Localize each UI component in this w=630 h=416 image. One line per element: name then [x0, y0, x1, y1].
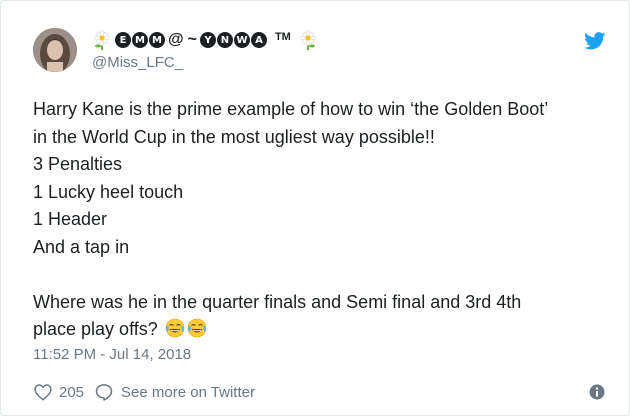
- circled-letter: M: [149, 32, 165, 48]
- heart-icon[interactable]: [33, 382, 53, 402]
- trademark-symbol: TM: [274, 31, 291, 43]
- tweet-line: Harry Kane is the prime example of how t…: [33, 99, 549, 119]
- daisy-flower-icon: [94, 30, 110, 50]
- tweet-line: Where was he in the quarter finals and S…: [33, 291, 522, 312]
- circled-letter: A: [250, 32, 267, 48]
- circled-letter: Y: [199, 32, 216, 48]
- face-with-tears-of-joy-icon: [187, 318, 207, 338]
- daisy-flower-icon: [300, 30, 316, 50]
- tweet-last-line: place play offs?: [33, 316, 603, 344]
- circled-letter: W: [233, 32, 250, 48]
- tweet-line-text: place play offs?: [33, 319, 158, 339]
- like-count[interactable]: 205: [59, 384, 84, 401]
- face-with-tears-of-joy-icon: [165, 318, 185, 338]
- tweet-line: 1 Lucky heel touch: [33, 181, 184, 202]
- name-tilde: ~: [187, 31, 197, 48]
- circled-letter: E: [115, 32, 131, 48]
- circled-letter: M: [132, 32, 148, 48]
- info-icon[interactable]: [589, 384, 605, 400]
- tweet-text: Harry Kane is the prime example of how t…: [33, 96, 603, 344]
- circled-letter: N: [216, 32, 233, 48]
- name-at-sign: @: [168, 31, 184, 48]
- avatar[interactable]: [33, 28, 77, 72]
- twitter-bird-icon[interactable]: [584, 32, 606, 50]
- tweet-line: in the World Cup in the most ugliest way…: [33, 126, 435, 147]
- tweet-actions: 205 See more on Twitter: [33, 381, 255, 403]
- user-handle[interactable]: @Miss_LFC_: [92, 54, 183, 71]
- display-name[interactable]: E M M @ ~ Y N W A TM: [91, 29, 319, 51]
- tweet-line: And a tap in: [33, 236, 130, 257]
- speech-bubble-icon[interactable]: [94, 382, 114, 402]
- tweet-line: 1 Header: [33, 209, 108, 229]
- name-circled-letters-a: E M M: [115, 32, 165, 48]
- tweet-line: 3 Penalties: [33, 154, 123, 174]
- tweet-card: E M M @ ~ Y N W A TM @Miss_LFC_ Harry Ka…: [0, 0, 630, 416]
- see-more-on-twitter-link[interactable]: See more on Twitter: [121, 384, 255, 401]
- tweet-timestamp[interactable]: 11:52 PM - Jul 14, 2018: [33, 346, 191, 363]
- name-circled-letters-b: Y N W A: [199, 32, 267, 48]
